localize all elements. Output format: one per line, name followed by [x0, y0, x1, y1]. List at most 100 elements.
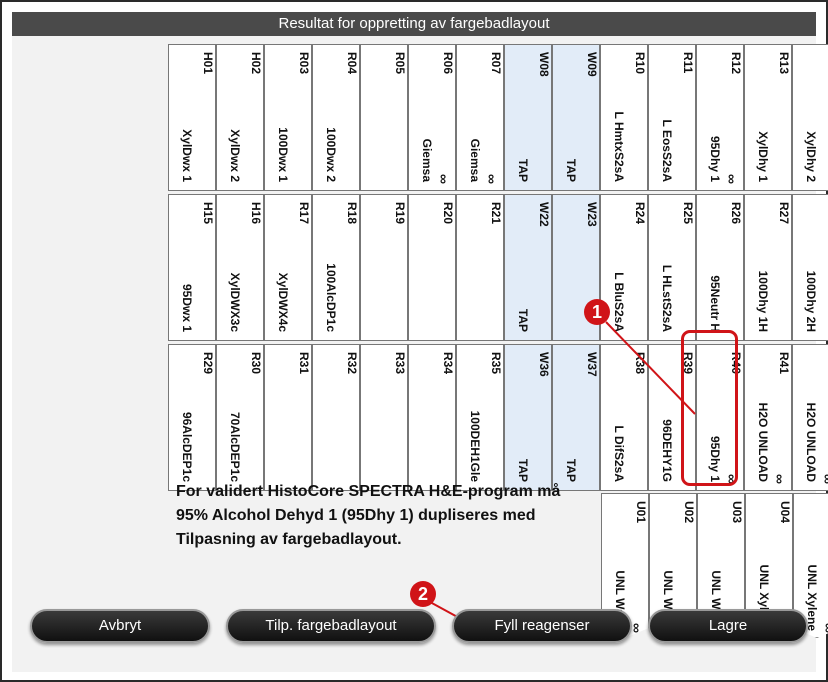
layout-panel: H01 XylDwx 1 H02 XylDwx 2 R03 100Dwx 1 R04 100D… — [12, 36, 828, 672]
station-r28[interactable]: R28 100Dhy 2H — [792, 194, 828, 341]
station-w08[interactable]: W08 TAP — [504, 44, 552, 191]
station-label-group: W37 TAP — [554, 348, 599, 488]
station-id: R27 — [777, 202, 791, 225]
reagent-name: XylDWX3c — [228, 272, 242, 332]
reagent-name: 95Neutr H — [708, 275, 722, 332]
station-w37[interactable]: W37 TAP — [552, 344, 600, 491]
station-r17[interactable]: R17 XylDWX4c — [264, 194, 312, 341]
save-button[interactable]: Lagre — [648, 609, 808, 643]
station-label-group: R13 XylDhy 1 — [746, 48, 791, 188]
station-r31[interactable]: R31 — [264, 344, 312, 491]
reagent-name: XylDwx 1 — [180, 129, 194, 182]
station-id: R41 — [777, 352, 791, 375]
station-r25[interactable]: R25 L HLstS2sA — [648, 194, 696, 341]
station-id: R13 — [777, 52, 791, 75]
station-id: R33 — [393, 352, 407, 375]
reagent-name: 96DEHY1G — [660, 419, 674, 482]
reagent-name: L BluS2sA — [612, 272, 626, 332]
station-r19[interactable]: R19 — [360, 194, 408, 341]
station-r21[interactable]: R21 — [456, 194, 504, 341]
station-w09[interactable]: W09 TAP — [552, 44, 600, 191]
reagent-name: TAP — [564, 458, 578, 482]
station-id: R25 — [681, 202, 695, 225]
station-id: R34 — [441, 352, 455, 375]
station-id: H01 — [201, 52, 215, 75]
station-r05[interactable]: R05 — [360, 44, 408, 191]
station-id: W37 — [585, 352, 599, 377]
station-label-group: R41 H2O UNLOAD ∞ — [746, 348, 791, 488]
station-label-group: R28 100Dhy 2H — [794, 198, 828, 338]
station-label-group: R35 100DEH1Gle — [458, 348, 503, 488]
reagent-name: XylDhy 1 — [756, 131, 770, 182]
station-id: R21 — [489, 202, 503, 225]
reagent-name: 70AlcDEP1c — [228, 411, 242, 482]
station-h15[interactable]: H15 95Dwx 1 — [168, 194, 216, 341]
station-h16[interactable]: H16 XylDWX3c — [216, 194, 264, 341]
station-r27[interactable]: R27 100Dhy 1H — [744, 194, 792, 341]
station-r14[interactable]: R14 XylDhy 2 — [792, 44, 828, 191]
fill-reagents-button[interactable]: Fyll reagenser — [452, 609, 632, 643]
station-label-group: R34 — [410, 348, 455, 488]
reagent-name: 95Dhy 1 — [708, 135, 722, 182]
station-h02[interactable]: H02 XylDwx 2 — [216, 44, 264, 191]
station-r29[interactable]: R29 96AlcDEP1c — [168, 344, 216, 491]
station-id: R12 — [729, 52, 743, 75]
station-id: R07 — [489, 52, 503, 75]
station-r10[interactable]: R10 L HmtxS2sA — [600, 44, 648, 191]
station-label-group: H15 95Dwx 1 — [170, 198, 215, 338]
reagent-name: XylDwx 2 — [228, 129, 242, 182]
station-label-group: R20 — [410, 198, 455, 338]
station-label-group: W36 TAP — [506, 348, 551, 488]
station-label-group: R11 L EosS2sA — [650, 48, 695, 188]
infinity-icon: ∞ — [820, 474, 828, 484]
station-label-group: W08 TAP — [506, 48, 551, 188]
station-r38[interactable]: R38 L DifS2sA — [600, 344, 648, 491]
station-r41[interactable]: R41 H2O UNLOAD ∞ — [744, 344, 792, 491]
station-label-group: R06 Giemsa ∞ — [410, 48, 455, 188]
adjust-layout-button[interactable]: Tilp. fargebadlayout — [226, 609, 436, 643]
station-r04[interactable]: R04 100Dwx 2 — [312, 44, 360, 191]
reagent-name: 100Dhy 2H — [804, 270, 818, 332]
station-r18[interactable]: R18 100AlcDP1c — [312, 194, 360, 341]
station-r35[interactable]: R35 100DEH1Gle — [456, 344, 504, 491]
station-label-group: H01 XylDwx 1 — [170, 48, 215, 188]
station-r33[interactable]: R33 — [360, 344, 408, 491]
station-id: U02 — [682, 501, 696, 524]
station-r06[interactable]: R06 Giemsa ∞ — [408, 44, 456, 191]
station-id: R17 — [297, 202, 311, 225]
reagent-name: Giemsa — [420, 138, 434, 182]
station-id: R29 — [201, 352, 215, 375]
reagent-name: 100Dwx 1 — [276, 127, 290, 182]
station-r11[interactable]: R11 L EosS2sA — [648, 44, 696, 191]
station-id: W22 — [537, 202, 551, 227]
cancel-button[interactable]: Avbryt — [30, 609, 210, 643]
station-label-group: H16 XylDWX3c — [218, 198, 263, 338]
station-id: R35 — [489, 352, 503, 375]
station-w22[interactable]: W22 TAP — [504, 194, 552, 341]
station-id: W23 — [585, 202, 599, 227]
station-r42[interactable]: R42H2O UNLOAD∞ — [792, 344, 828, 491]
station-r32[interactable]: R32 — [312, 344, 360, 491]
station-id: W36 — [537, 352, 551, 377]
callout-2: 2 — [410, 581, 436, 607]
station-r30[interactable]: R30 70AlcDEP1c — [216, 344, 264, 491]
station-r34[interactable]: R34 — [408, 344, 456, 491]
reagent-name: H2O UNLOAD — [756, 402, 770, 482]
station-label-group: R29 96AlcDEP1c — [170, 348, 215, 488]
station-r03[interactable]: R03 100Dwx 1 — [264, 44, 312, 191]
reagent-name: L HLstS2sA — [660, 264, 674, 332]
reagent-name: XylDhy 2 — [804, 131, 818, 182]
station-w36[interactable]: W36 TAP — [504, 344, 552, 491]
station-r20[interactable]: R20 — [408, 194, 456, 341]
station-r07[interactable]: R07 Giemsa ∞ — [456, 44, 504, 191]
station-label-group: R10 L HmtxS2sA — [602, 48, 647, 188]
station-r26[interactable]: R26 95Neutr H — [696, 194, 744, 341]
station-r13[interactable]: R13 XylDhy 1 — [744, 44, 792, 191]
station-r12[interactable]: R12 95Dhy 1 ∞ — [696, 44, 744, 191]
station-label-group: R26 95Neutr H — [698, 198, 743, 338]
reagent-name: 100Dwx 2 — [324, 127, 338, 182]
station-h01[interactable]: H01 XylDwx 1 — [168, 44, 216, 191]
reagent-name: 100Dhy 1H — [756, 270, 770, 332]
station-label-group: R33 — [362, 348, 407, 488]
reagent-name: 100AlcDP1c — [324, 263, 338, 332]
